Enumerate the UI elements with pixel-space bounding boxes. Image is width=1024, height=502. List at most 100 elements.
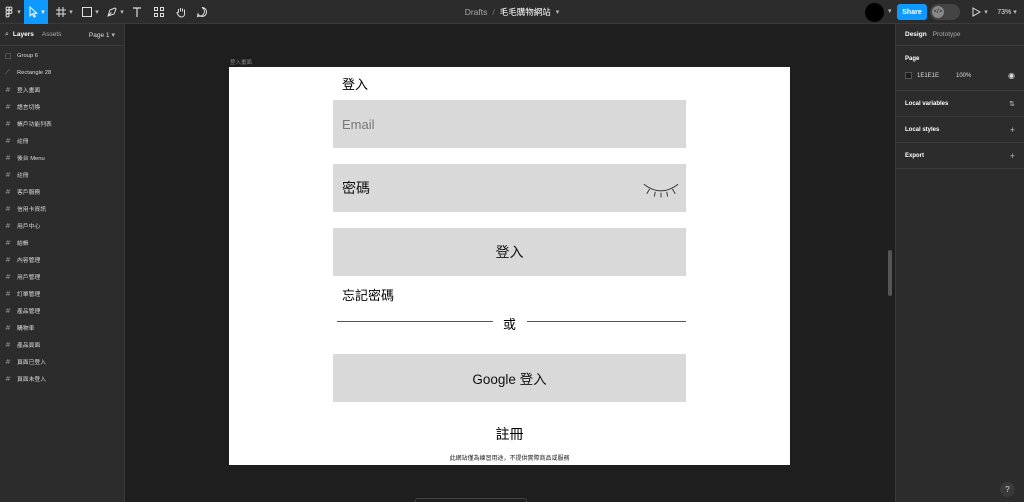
login-frame[interactable]: 登入 Email 密碼 登入 忘記密碼 或 Google 登入 註冊 此網站僅為… [229, 67, 790, 465]
layer-name: 訂單管理 [17, 292, 41, 298]
login-button[interactable]: 登入 [333, 228, 686, 276]
local-variables-title: Local variables [905, 100, 949, 107]
layer-list: □ Group 6 ⟋ Rectangle 28 # 登入畫面 # 語言切換 # 帳戶功能列表 # 註… [0, 46, 124, 387]
help-button[interactable]: ? [1000, 482, 1015, 497]
canvas-scrollbar[interactable] [888, 250, 892, 296]
layer-item[interactable]: # 帳戶功能列表 [0, 115, 124, 132]
layer-item[interactable]: # 頁面已登入 [0, 353, 124, 370]
layer-name: 產品管理 [17, 309, 41, 315]
layer-item[interactable]: # 登入畫面 [0, 81, 124, 98]
layer-item[interactable]: ⟋ Rectangle 28 [0, 64, 124, 81]
components-icon [154, 7, 164, 17]
layer-item[interactable]: # 信用卡資訊 [0, 200, 124, 217]
layer-item[interactable]: # 用戶管理 [0, 268, 124, 285]
layer-type-icon: # [5, 153, 11, 162]
layer-item[interactable]: # 註冊 [0, 166, 124, 183]
frame-tool-button[interactable]: ▾ [53, 0, 75, 24]
layer-name: 購物車 [17, 326, 35, 332]
hand-icon [176, 8, 185, 18]
forgot-password-link[interactable]: 忘記密碼 [342, 285, 394, 304]
chevron-down-icon[interactable]: ▾ [556, 8, 560, 16]
layer-name: 登入畫面 [17, 88, 41, 94]
page-section: Page 1E1E1E 100% ◉ [896, 46, 1024, 91]
plus-icon[interactable]: + [1010, 125, 1015, 135]
share-button[interactable]: Share [897, 4, 927, 20]
layer-item[interactable]: # 用戶中心 [0, 217, 124, 234]
move-tool-button[interactable]: ▾ [24, 0, 48, 24]
shape-tool-button[interactable]: ▾ [79, 0, 101, 24]
resources-button[interactable] [151, 0, 167, 24]
dev-mode-toggle[interactable]: </> [930, 4, 960, 20]
google-login-button[interactable]: Google 登入 [333, 354, 686, 402]
layer-item[interactable]: # 內容管理 [0, 251, 124, 268]
bottom-toolbar-edge [415, 498, 527, 502]
layer-type-icon: # [5, 374, 11, 383]
hand-tool-button[interactable] [173, 0, 189, 24]
layer-item[interactable]: # 頁面未登入 [0, 370, 124, 387]
tab-layers[interactable]: Layers [13, 31, 34, 38]
frame-icon [56, 7, 67, 17]
email-field[interactable]: Email [333, 100, 686, 148]
avatar[interactable] [865, 3, 884, 22]
play-icon [972, 7, 982, 17]
layer-type-icon: # [5, 238, 11, 247]
right-panel-tabs: Design Prototype [896, 24, 1024, 46]
layer-name: 註冊 [17, 139, 29, 145]
layer-type-icon: # [5, 170, 11, 179]
layer-name: 帳戶功能列表 [17, 122, 52, 128]
register-link[interactable]: 註冊 [229, 424, 790, 444]
layer-name: 語言切換 [17, 105, 41, 111]
plus-icon[interactable]: + [1010, 151, 1015, 161]
tab-design[interactable]: Design [905, 31, 927, 38]
tab-prototype[interactable]: Prototype [933, 31, 961, 38]
google-login-label: Google 登入 [472, 372, 547, 387]
layer-item[interactable]: # 產品頁面 [0, 336, 124, 353]
chevron-down-icon[interactable]: ▾ [888, 7, 892, 15]
eye-icon[interactable]: ◉ [1008, 71, 1015, 80]
layer-name: 客戶服務 [17, 190, 41, 196]
layer-item[interactable]: # 訂單管理 [0, 285, 124, 302]
present-button[interactable]: ▾ [970, 0, 988, 24]
layer-item[interactable]: # 語言切換 [0, 98, 124, 115]
page-opacity[interactable]: 100% [956, 73, 971, 79]
local-styles-section[interactable]: Local styles + [896, 117, 1024, 143]
pen-tool-button[interactable]: ▾ [104, 0, 126, 24]
text-tool-button[interactable] [129, 0, 145, 24]
file-name[interactable]: 毛毛購物網站 [500, 6, 551, 18]
layer-item[interactable]: # 註冊 [0, 132, 124, 149]
layer-item[interactable]: # 後台 Menu [0, 149, 124, 166]
layer-name: Group 6 [17, 52, 38, 59]
page-color-hex[interactable]: 1E1E1E [917, 73, 956, 79]
chevron-down-icon: ▾ [1013, 9, 1017, 16]
left-panel-tabs: ⌕ Layers Assets Page 1 ▾ [0, 24, 124, 46]
layer-type-icon: □ [5, 51, 12, 60]
page-color-swatch[interactable] [905, 72, 912, 79]
layer-type-icon: # [5, 119, 11, 128]
main-menu-button[interactable]: ▾ [2, 0, 22, 24]
top-toolbar: ▾ ▾ ▾ ▾ ▾ Drafts / 毛毛購物網站 ▾ ▾ Share </> [0, 0, 1024, 24]
layer-item[interactable]: # 產品管理 [0, 302, 124, 319]
eye-closed-icon[interactable] [642, 178, 680, 198]
tab-assets[interactable]: Assets [42, 31, 62, 38]
password-field[interactable]: 密碼 [333, 164, 686, 212]
comment-tool-button[interactable] [194, 0, 210, 24]
frame-label[interactable]: 登入畫面 [230, 58, 252, 66]
layer-item[interactable]: # 結帳 [0, 234, 124, 251]
layer-type-icon: # [5, 187, 11, 196]
chevron-down-icon: ▾ [111, 31, 115, 39]
variables-icon[interactable]: ⇅ [1009, 100, 1015, 108]
page-selector[interactable]: Page 1 ▾ [89, 31, 115, 39]
layer-item[interactable]: # 購物車 [0, 319, 124, 336]
layer-item[interactable]: □ Group 6 [0, 47, 124, 64]
text-icon [133, 7, 141, 17]
layer-type-icon: # [5, 136, 11, 145]
breadcrumb-drafts[interactable]: Drafts [465, 7, 488, 17]
layer-item[interactable]: # 客戶服務 [0, 183, 124, 200]
local-variables-section[interactable]: Local variables ⇅ [896, 91, 1024, 117]
layer-name: 內容管理 [17, 258, 41, 264]
zoom-menu[interactable]: 73% ▾ [994, 0, 1020, 24]
comment-icon [196, 6, 208, 18]
layer-type-icon: # [5, 357, 11, 366]
export-section[interactable]: Export + [896, 143, 1024, 169]
search-icon[interactable]: ⌕ [5, 31, 9, 39]
